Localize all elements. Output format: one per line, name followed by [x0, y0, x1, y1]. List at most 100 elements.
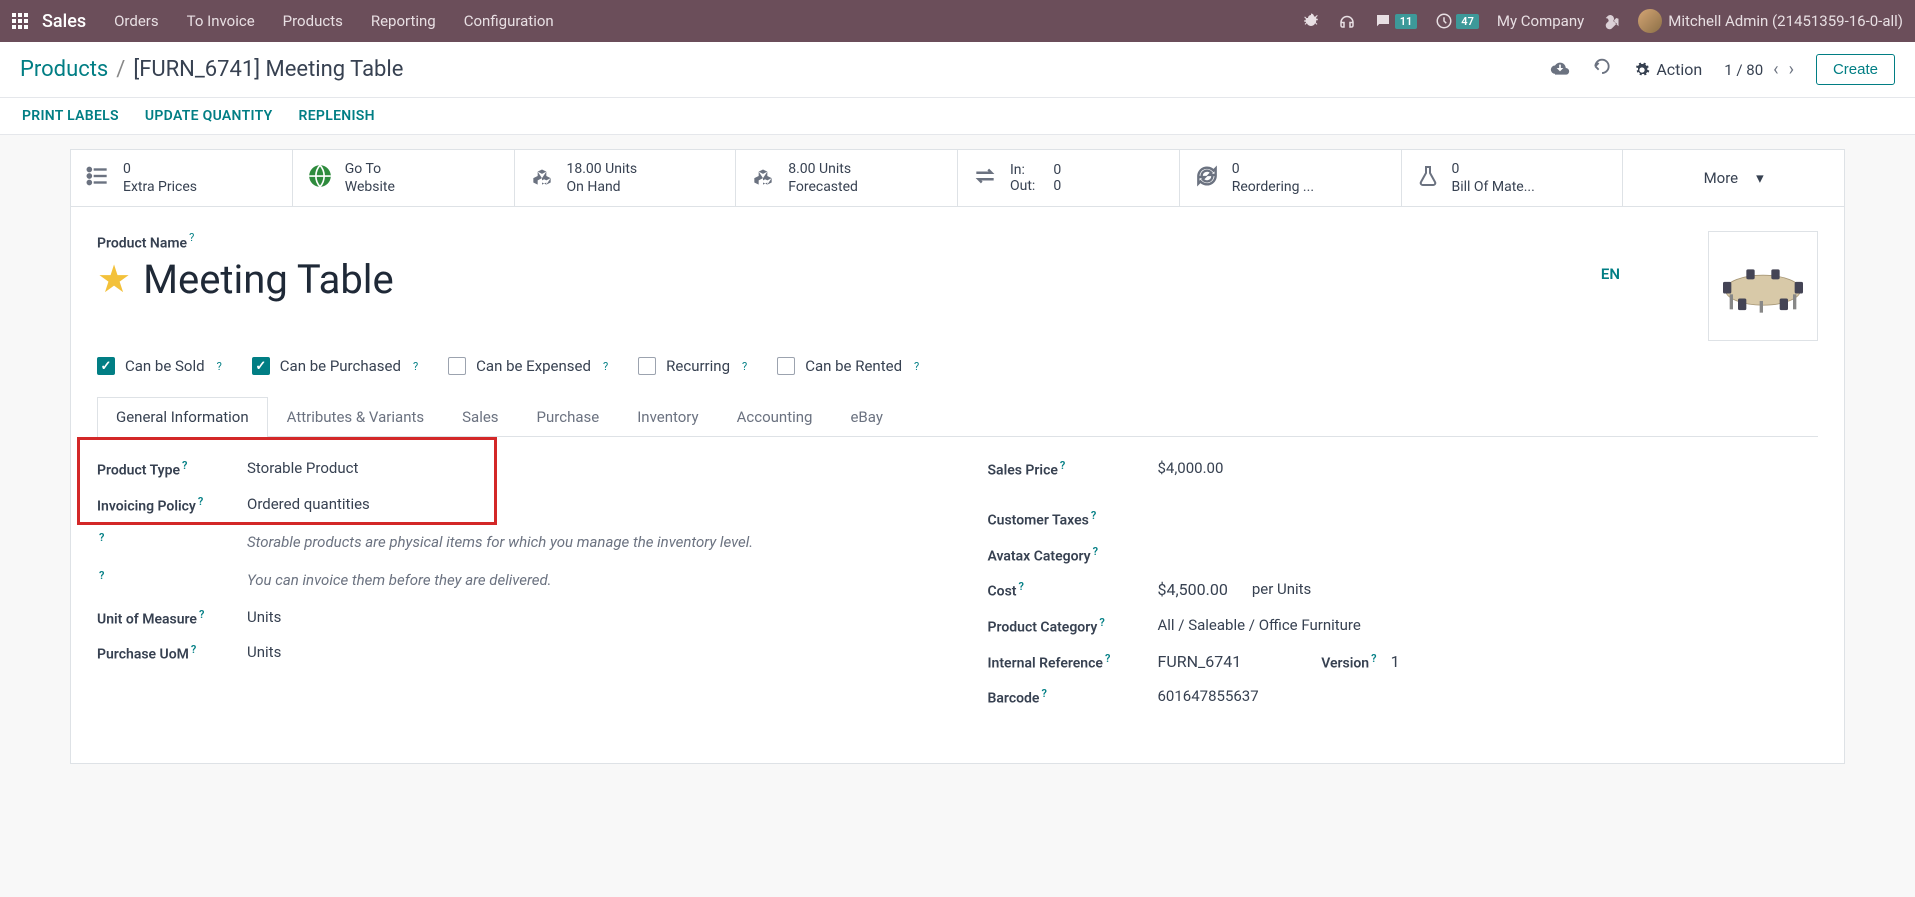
nav-right: 11 47 My Company Mitchell Admin (2145135… [1302, 9, 1903, 33]
customer-taxes-label: Customer Taxes [988, 513, 1089, 529]
check-can-be-sold[interactable]: Can be Sold? [97, 357, 222, 375]
tools-icon[interactable] [1602, 12, 1620, 30]
help-icon[interactable]: ? [217, 360, 222, 373]
apps-icon[interactable] [12, 13, 28, 29]
chat-badge: 11 [1395, 14, 1418, 29]
help-icon[interactable]: ? [191, 643, 196, 656]
pager-prev[interactable]: ‹ [1773, 59, 1778, 80]
breadcrumb-current: [FURN_6741] Meeting Table [133, 57, 403, 82]
nav-configuration[interactable]: Configuration [464, 12, 554, 30]
cost-value[interactable]: $4,500.00 [1158, 580, 1228, 599]
help-icon[interactable]: ? [914, 360, 919, 373]
product-category-value[interactable]: All / Saleable / Office Furniture [1158, 616, 1819, 634]
help-icon[interactable]: ? [1091, 509, 1096, 522]
breadcrumb-products[interactable]: Products [20, 57, 108, 82]
check-can-be-rented[interactable]: Can be Rented? [777, 357, 919, 375]
cloud-download-icon[interactable] [1550, 58, 1570, 82]
flask-icon [1416, 164, 1440, 192]
help-icon[interactable]: ? [182, 459, 187, 472]
sales-price-value[interactable]: $4,000.00 [1158, 459, 1819, 477]
invoicing-policy-label: Invoicing Policy [97, 499, 196, 515]
create-button[interactable]: Create [1816, 54, 1895, 85]
internal-ref-value[interactable]: FURN_6741 [1158, 652, 1242, 671]
help-icon[interactable]: ? [1060, 459, 1065, 472]
product-title[interactable]: Meeting Table [143, 256, 394, 303]
update-quantity-button[interactable]: UPDATE QUANTITY [145, 108, 273, 124]
stat-bom[interactable]: 0Bill Of Mate... [1402, 150, 1624, 206]
stat-bar: 0Extra Prices Go ToWebsite 18.00 UnitsOn… [70, 149, 1845, 207]
puom-value[interactable]: Units [247, 643, 928, 661]
caret-down-icon: ▾ [1756, 169, 1764, 187]
avatax-label: Avatax Category [988, 548, 1091, 564]
tab-ebay[interactable]: eBay [831, 397, 901, 436]
help-icon[interactable]: ? [99, 531, 104, 544]
check-can-be-expensed[interactable]: Can be Expensed? [448, 357, 608, 375]
product-head: Product Name? ★ Meeting Table EN [97, 231, 1818, 341]
header-actions: Action 1 / 80 ‹ › Create [1550, 54, 1895, 85]
print-labels-button[interactable]: PRINT LABELS [22, 108, 119, 124]
stat-website[interactable]: Go ToWebsite [293, 150, 515, 206]
top-nav: Sales Orders To Invoice Products Reporti… [0, 0, 1915, 42]
headset-icon[interactable] [1338, 12, 1356, 30]
tab-attributes[interactable]: Attributes & Variants [268, 397, 443, 436]
stat-more[interactable]: More ▾ [1623, 150, 1844, 206]
help-icon[interactable]: ? [742, 360, 747, 373]
stat-forecasted[interactable]: 8.00 UnitsForecasted [736, 150, 958, 206]
product-type-value[interactable]: Storable Product [247, 459, 928, 477]
help-icon[interactable]: ? [603, 360, 608, 373]
help-icon[interactable]: ? [189, 231, 194, 244]
help-icon[interactable]: ? [1041, 687, 1046, 700]
help-icon[interactable]: ? [413, 360, 418, 373]
nav-orders[interactable]: Orders [114, 12, 159, 30]
internal-ref-label: Internal Reference [988, 655, 1103, 671]
content: 0Extra Prices Go ToWebsite 18.00 UnitsOn… [0, 149, 1915, 764]
favorite-star-icon[interactable]: ★ [97, 257, 131, 302]
product-type-label: Product Type [97, 463, 180, 479]
product-image[interactable] [1708, 231, 1818, 341]
brand[interactable]: Sales [42, 11, 86, 32]
uom-value[interactable]: Units [247, 608, 928, 626]
help-icon[interactable]: ? [1093, 545, 1098, 558]
help-icon[interactable]: ? [1371, 652, 1376, 665]
stat-onhand[interactable]: 18.00 UnitsOn Hand [515, 150, 737, 206]
replenish-button[interactable]: REPLENISH [299, 108, 375, 124]
stat-extra-prices[interactable]: 0Extra Prices [71, 150, 293, 206]
check-recurring[interactable]: Recurring? [638, 357, 747, 375]
invoicing-policy-value[interactable]: Ordered quantities [247, 495, 928, 513]
barcode-value[interactable]: 601647855637 [1158, 687, 1819, 705]
clock-icon[interactable]: 47 [1435, 12, 1479, 30]
tabs: General Information Attributes & Variant… [97, 397, 1818, 437]
company-name[interactable]: My Company [1497, 12, 1584, 30]
pager-next[interactable]: › [1789, 59, 1794, 80]
undo-icon[interactable] [1592, 58, 1612, 82]
stat-inout[interactable]: In:0 Out:0 [958, 150, 1180, 206]
user-name: Mitchell Admin (21451359-16-0-all) [1668, 12, 1903, 30]
stat-reordering[interactable]: 0Reordering ... [1180, 150, 1402, 206]
globe-icon [307, 163, 333, 193]
tab-accounting[interactable]: Accounting [718, 397, 832, 436]
action-button[interactable]: Action [1634, 60, 1702, 79]
help-icon[interactable]: ? [99, 569, 104, 582]
help-icon[interactable]: ? [199, 608, 204, 621]
help-note-1: Storable products are physical items for… [247, 531, 928, 554]
nav-to-invoice[interactable]: To Invoice [187, 12, 255, 30]
nav-menu: Orders To Invoice Products Reporting Con… [114, 12, 554, 30]
nav-products[interactable]: Products [283, 12, 343, 30]
help-icon[interactable]: ? [1099, 616, 1104, 629]
tab-purchase[interactable]: Purchase [518, 397, 619, 436]
help-icon[interactable]: ? [198, 495, 203, 508]
header: Products / [FURN_6741] Meeting Table Act… [0, 42, 1915, 98]
help-icon[interactable]: ? [1018, 580, 1023, 593]
action-label: Action [1656, 60, 1702, 79]
tab-general[interactable]: General Information [97, 397, 268, 436]
chat-icon[interactable]: 11 [1374, 12, 1418, 30]
check-can-be-purchased[interactable]: Can be Purchased? [252, 357, 418, 375]
version-value[interactable]: 1 [1391, 652, 1400, 671]
lang-toggle[interactable]: EN [1593, 261, 1628, 287]
tab-sales[interactable]: Sales [443, 397, 517, 436]
tab-inventory[interactable]: Inventory [618, 397, 717, 436]
help-icon[interactable]: ? [1105, 652, 1110, 665]
user-menu[interactable]: Mitchell Admin (21451359-16-0-all) [1638, 9, 1903, 33]
nav-reporting[interactable]: Reporting [371, 12, 436, 30]
bug-icon[interactable] [1302, 12, 1320, 30]
